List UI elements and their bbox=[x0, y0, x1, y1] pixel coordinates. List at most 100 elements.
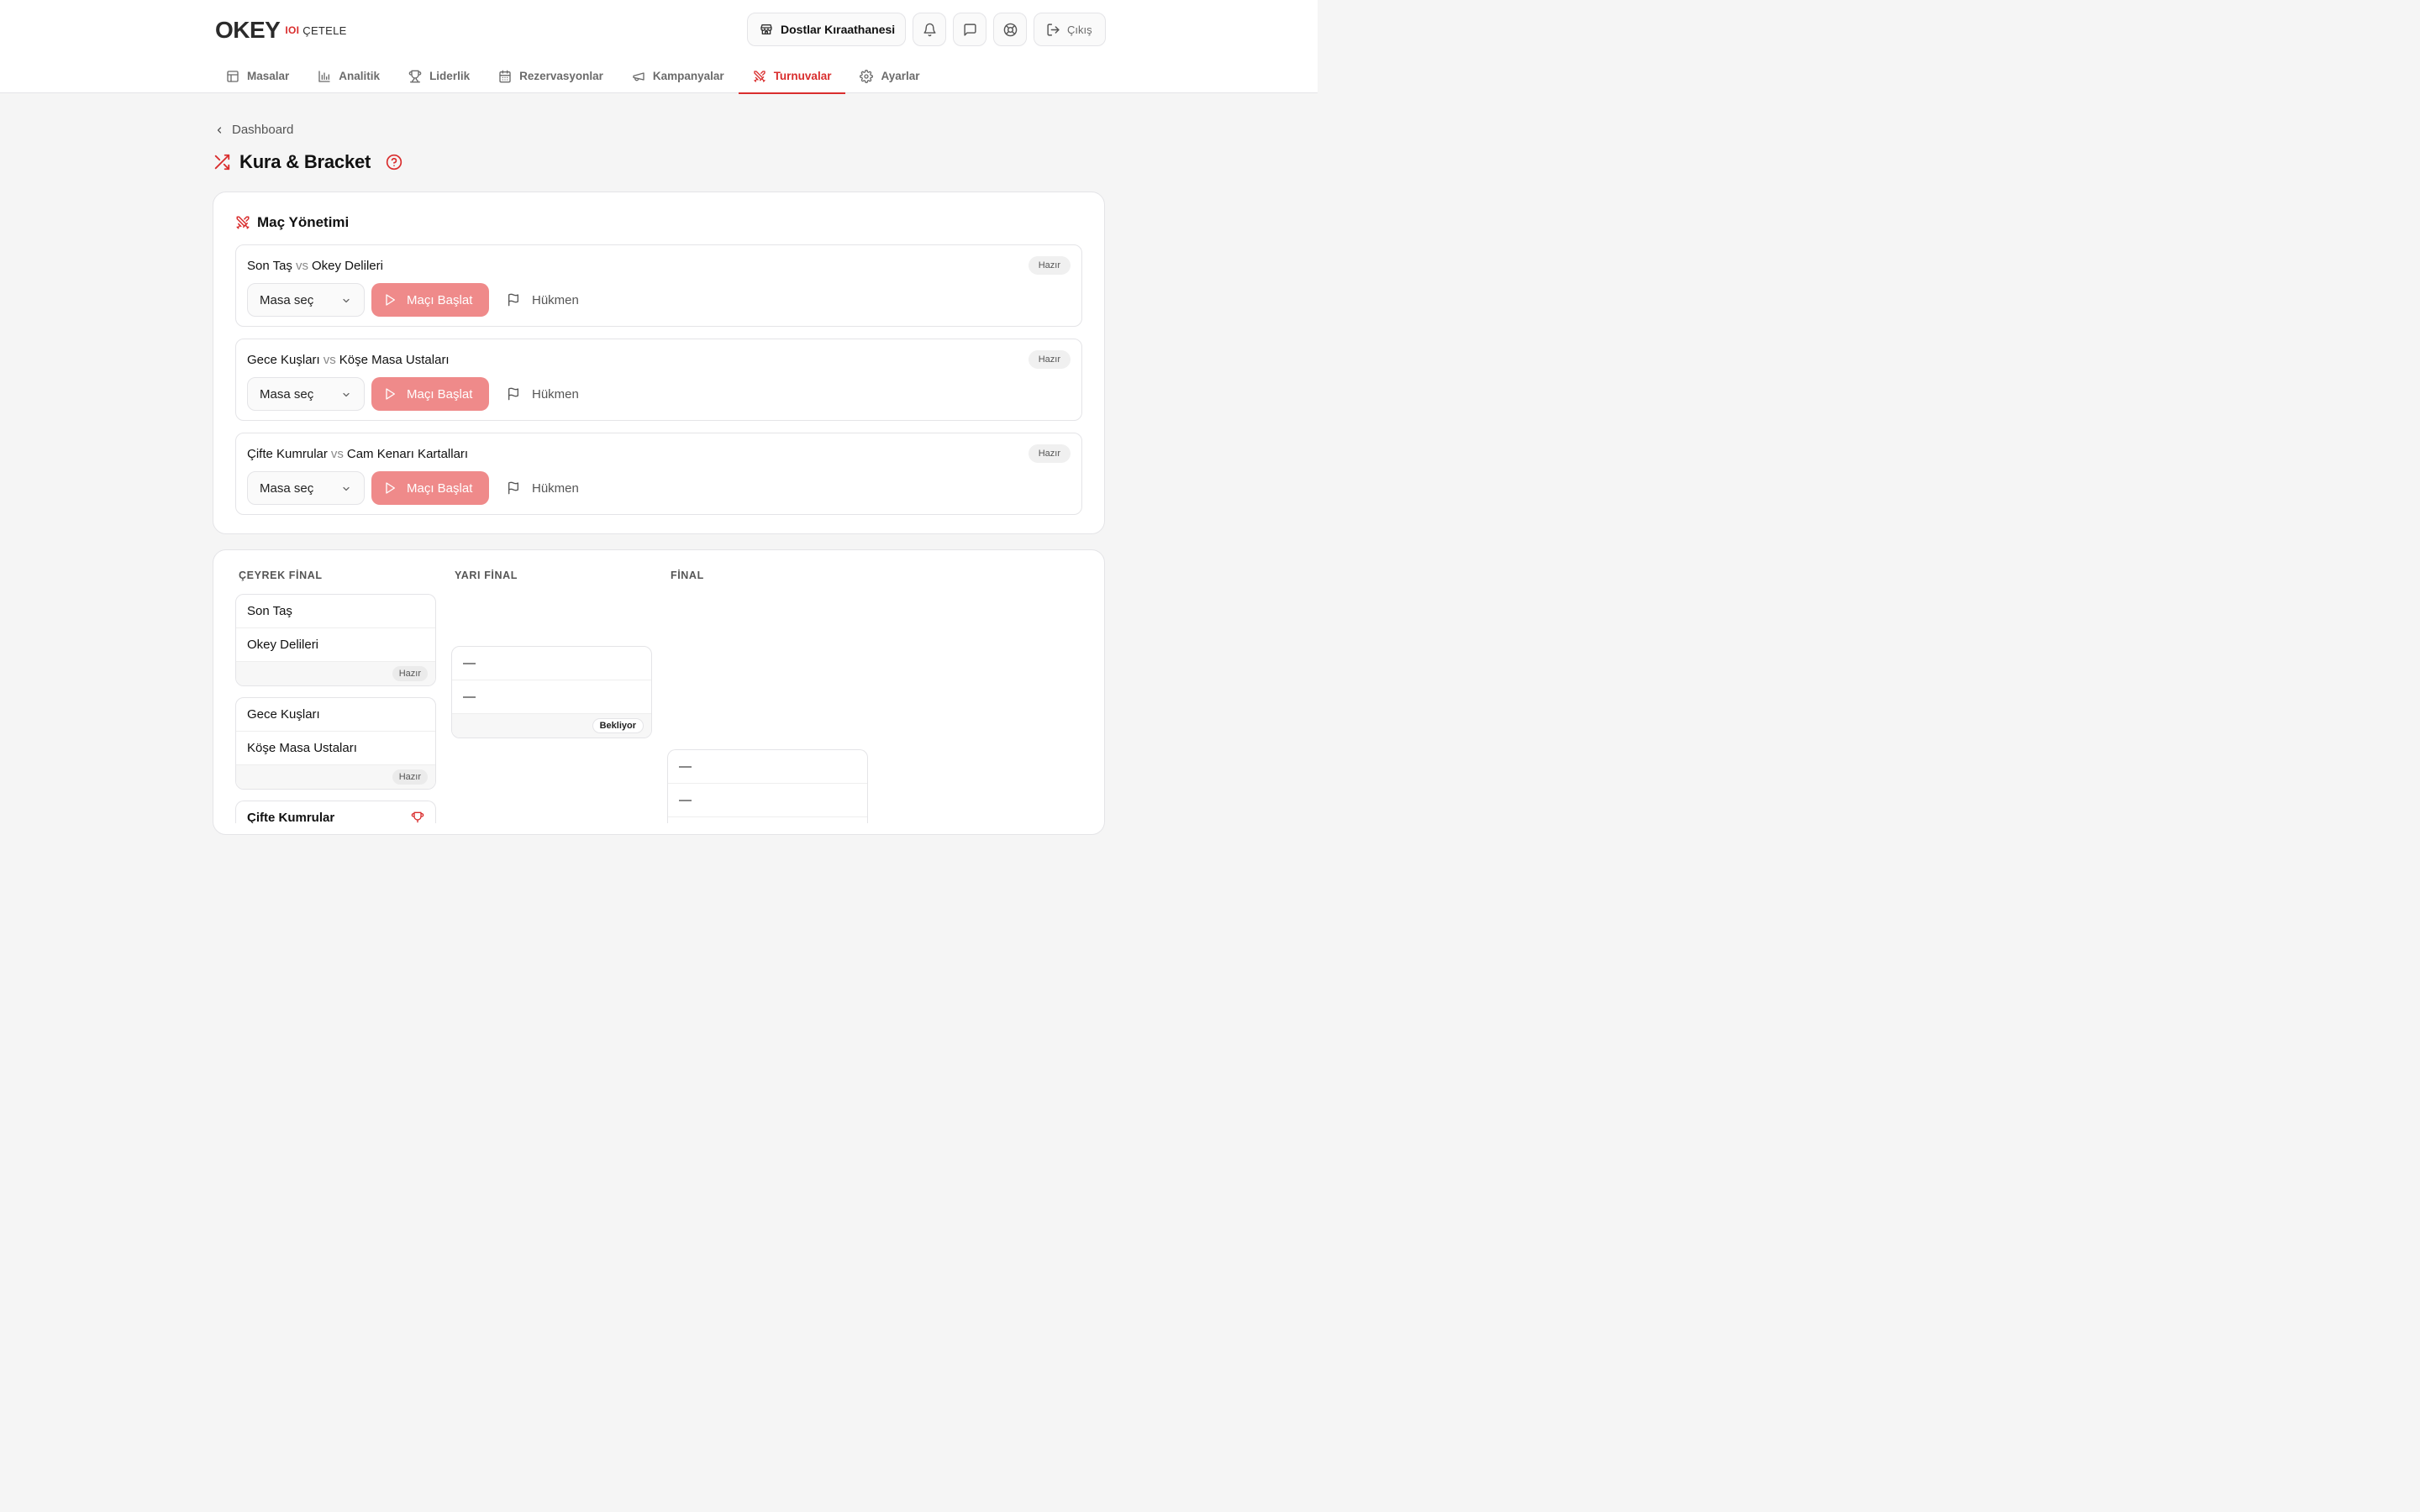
match-teams: Gece Kuşları vs Köşe Masa Ustaları bbox=[247, 353, 450, 367]
table-icon bbox=[227, 70, 239, 82]
play-icon bbox=[386, 388, 395, 400]
gear-icon bbox=[860, 69, 874, 83]
bracket-team: — bbox=[668, 750, 867, 784]
status-badge: Hazır bbox=[392, 769, 428, 785]
bracket-team: — bbox=[452, 680, 651, 714]
bracket-team: Son Taş bbox=[236, 595, 435, 628]
match-row: Son Taş vs Okey Delileri Hazır Masa seç Ma… bbox=[235, 244, 1082, 327]
chevron-left-icon bbox=[217, 126, 222, 134]
logo-cetele: ÇETELE bbox=[302, 24, 347, 37]
home-team: Son Taş bbox=[247, 259, 292, 273]
away-team: Cam Kenarı Kartalları bbox=[346, 447, 469, 461]
table-select[interactable]: Masa seç bbox=[247, 471, 365, 505]
swords-icon bbox=[236, 216, 250, 229]
trophy-icon bbox=[408, 70, 422, 82]
nav-item-label: Kampanyalar bbox=[652, 70, 724, 82]
support-button[interactable] bbox=[993, 13, 1027, 46]
vs-label: vs bbox=[330, 447, 344, 461]
flag-icon bbox=[508, 293, 518, 307]
bracket-match-qf-2[interactable]: Gece Kuşları Köşe Masa Ustaları Hazır bbox=[235, 697, 436, 790]
help-icon[interactable] bbox=[386, 154, 402, 171]
main-nav: Masalar Analitik Liderlik Rezervasyonlar… bbox=[212, 59, 934, 94]
bracket-team: — bbox=[452, 647, 651, 680]
nav-item-label: Liderlik bbox=[429, 70, 471, 82]
table-select-value: Masa seç bbox=[260, 480, 314, 496]
status-badge: Hazır bbox=[1028, 256, 1071, 275]
bracket-match-sf-1[interactable]: — — Bekliyor bbox=[451, 646, 652, 738]
bracket-team-winner: Çifte Kumrular bbox=[236, 801, 435, 823]
vs-label: vs bbox=[323, 353, 336, 367]
table-select-value: Masa seç bbox=[260, 292, 314, 307]
walkover-button[interactable]: Hükmen bbox=[507, 377, 579, 411]
bracket-team: Gece Kuşları bbox=[236, 698, 435, 732]
match-management-card: Maç Yönetimi Son Taş vs Okey Delileri Hazı… bbox=[213, 192, 1105, 534]
start-match-label: Maçı Başlat bbox=[407, 386, 473, 402]
start-match-button[interactable]: Maçı Başlat bbox=[371, 283, 489, 317]
nav-item-ayarlar[interactable]: Ayarlar bbox=[845, 59, 934, 93]
megaphone-icon bbox=[633, 71, 644, 81]
start-match-button[interactable]: Maçı Başlat bbox=[371, 471, 489, 505]
bracket-match-final[interactable]: — — bbox=[667, 749, 868, 823]
table-select[interactable]: Masa seç bbox=[247, 283, 365, 317]
start-match-button[interactable]: Maçı Başlat bbox=[371, 377, 489, 411]
walkover-label: Hükmen bbox=[532, 292, 579, 307]
bracket-team: Okey Delileri bbox=[236, 628, 435, 662]
bracket-team-name: Çifte Kumrular bbox=[247, 811, 335, 823]
match-management-header: Maç Yönetimi bbox=[235, 214, 349, 231]
status-badge: Bekliyor bbox=[592, 718, 644, 733]
round-label-quarterfinal: ÇEYREK FİNAL bbox=[239, 570, 323, 581]
logo-wordmark: OKEY bbox=[215, 17, 281, 43]
store-icon bbox=[760, 24, 772, 34]
walkover-button[interactable]: Hükmen bbox=[507, 471, 579, 505]
vs-label: vs bbox=[295, 259, 308, 273]
nav-item-kampanyalar[interactable]: Kampanyalar bbox=[618, 59, 739, 93]
venue-name: Dostlar Kıraathanesi bbox=[781, 23, 896, 36]
nav-item-label: Analitik bbox=[339, 70, 381, 82]
breadcrumb-back-link[interactable]: Dashboard bbox=[214, 123, 293, 137]
match-teams: Çifte Kumrular vs Cam Kenarı Kartalları bbox=[247, 447, 468, 461]
away-team: Köşe Masa Ustaları bbox=[339, 353, 450, 367]
nav-item-label: Masalar bbox=[247, 70, 290, 82]
nav-item-analitik[interactable]: Analitik bbox=[303, 59, 394, 93]
start-match-label: Maçı Başlat bbox=[407, 480, 473, 496]
bracket-match-qf-1[interactable]: Son Taş Okey Delileri Hazır bbox=[235, 594, 436, 686]
bracket-team: Köşe Masa Ustaları bbox=[236, 732, 435, 765]
breadcrumb-label: Dashboard bbox=[232, 123, 294, 137]
play-icon bbox=[386, 482, 395, 494]
swords-icon bbox=[754, 70, 765, 82]
logout-label: Çıkış bbox=[1067, 23, 1092, 36]
round-label-final: FİNAL bbox=[671, 570, 704, 581]
bracket-match-qf-3[interactable]: Çifte Kumrular bbox=[235, 801, 436, 823]
bracket-match-footer: Hazır bbox=[236, 662, 435, 685]
nav-item-liderlik[interactable]: Liderlik bbox=[394, 59, 484, 93]
nav-item-label: Ayarlar bbox=[881, 70, 920, 82]
bracket-match-footer: Hazır bbox=[236, 765, 435, 789]
calendar-icon bbox=[499, 70, 511, 82]
table-select[interactable]: Masa seç bbox=[247, 377, 365, 411]
page-header: Kura & Bracket bbox=[213, 151, 402, 173]
lifebuoy-icon bbox=[1003, 23, 1017, 36]
walkover-label: Hükmen bbox=[532, 386, 579, 402]
okey-cetele-logo[interactable]: OKEY IOI ÇETELE bbox=[215, 15, 347, 45]
nav-item-turnuvalar[interactable]: Turnuvalar bbox=[738, 59, 846, 94]
bracket-card bbox=[213, 549, 1105, 835]
chevron-down-icon bbox=[343, 298, 350, 303]
messages-button[interactable] bbox=[953, 13, 986, 46]
match-row: Çifte Kumrular vs Cam Kenarı Kartalları Ha… bbox=[235, 433, 1082, 515]
nav-item-rezervasyonlar[interactable]: Rezervasyonlar bbox=[484, 59, 618, 93]
shuffle-icon bbox=[214, 154, 230, 171]
logo-ioi: IOI bbox=[285, 24, 300, 36]
table-select-value: Masa seç bbox=[260, 386, 314, 402]
match-row: Gece Kuşları vs Köşe Masa Ustaları Hazır M… bbox=[235, 339, 1082, 421]
notifications-button[interactable] bbox=[913, 13, 946, 46]
status-badge: Hazır bbox=[1028, 444, 1071, 463]
away-team: Okey Delileri bbox=[311, 259, 383, 273]
logout-button[interactable]: Çıkış bbox=[1034, 13, 1106, 46]
chevron-down-icon bbox=[343, 486, 350, 491]
walkover-button[interactable]: Hükmen bbox=[507, 283, 579, 317]
status-badge: Hazır bbox=[1028, 350, 1071, 369]
chevron-down-icon bbox=[343, 392, 350, 397]
nav-item-masalar[interactable]: Masalar bbox=[212, 59, 303, 93]
play-icon bbox=[386, 294, 395, 306]
venue-switcher-button[interactable]: Dostlar Kıraathanesi bbox=[747, 13, 906, 46]
